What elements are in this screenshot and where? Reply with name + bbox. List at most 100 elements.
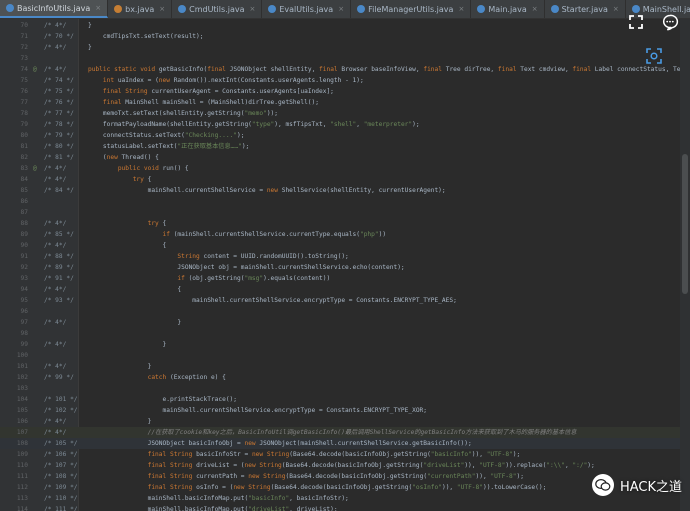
code-line[interactable]: 95 /* 93 */ mainShell.currentShellService…: [0, 295, 680, 306]
code-text[interactable]: final String currentUserAgent = Constant…: [88, 86, 334, 97]
code-area[interactable]: 70 /* 4*/} 71 /* 70 */ cmdTipsTxt.setText(r…: [0, 19, 680, 511]
code-line[interactable]: 85 /* 84 */ mainShell.currentShellService…: [0, 185, 680, 196]
tab-filemanagerutils[interactable]: FileManagerUtils.java ×: [351, 0, 472, 18]
code-line[interactable]: 91 /* 88 */ String content = UUID.randomU…: [0, 251, 680, 262]
vertical-scrollbar[interactable]: [680, 19, 690, 511]
code-line[interactable]: 73: [0, 53, 680, 64]
tab-starter[interactable]: Starter.java ×: [545, 0, 626, 18]
code-line[interactable]: 93 /* 91 */ if (obj.getString("msg").equa…: [0, 273, 680, 284]
code-text[interactable]: {: [88, 284, 181, 295]
code-text[interactable]: String content = UUID.randomUUID().toStr…: [88, 251, 348, 262]
code-text[interactable]: }: [88, 20, 92, 31]
code-text[interactable]: memoTxt.setText(shellEntity.getString("m…: [88, 108, 278, 119]
code-text[interactable]: if (obj.getString("msg").equals(content)…: [88, 273, 330, 284]
code-text[interactable]: catch (Exception e) {: [88, 372, 226, 383]
close-tab-icon[interactable]: ×: [159, 5, 165, 13]
code-line[interactable]: 88 /* 4*/ try {: [0, 218, 680, 229]
code-line[interactable]: 89 /* 85 */ if (mainShell.currentShellSer…: [0, 229, 680, 240]
code-line[interactable]: 72 /* 4*/}: [0, 42, 680, 53]
code-line[interactable]: 103: [0, 383, 680, 394]
code-text[interactable]: //在获取了cookie和key之后，BasicInfoUtil调getBasi…: [88, 427, 577, 438]
code-line[interactable]: 96: [0, 306, 680, 317]
code-line[interactable]: 114 /* 111 */ mainShell.basicInfoMap.put(…: [0, 504, 680, 511]
code-text[interactable]: mainShell.currentShellService = new Shel…: [88, 185, 446, 196]
code-line[interactable]: 109 /* 106 */ final String basicInfoStr =…: [0, 449, 680, 460]
code-text[interactable]: JSONObject obj = mainShell.currentShellS…: [88, 262, 404, 273]
code-line[interactable]: 79 /* 78 */ formatPayloadName(shellEntity…: [0, 119, 680, 130]
code-text[interactable]: mainShell.basicInfoMap.put("basicInfo", …: [88, 493, 349, 504]
code-text[interactable]: final String currentPath = new String(Ba…: [88, 471, 524, 482]
code-text[interactable]: mainShell.currentShellService.encryptTyp…: [88, 295, 457, 306]
code-text[interactable]: formatPayloadName(shellEntity.getString(…: [88, 119, 420, 130]
code-text[interactable]: mainShell.basicInfoMap.put("driveList", …: [88, 504, 338, 511]
code-text[interactable]: public static void getBasicInfo(final JS…: [88, 64, 680, 75]
code-line[interactable]: 90 /* 4*/ {: [0, 240, 680, 251]
close-tab-icon[interactable]: ×: [95, 4, 101, 12]
code-text[interactable]: }: [88, 361, 152, 372]
code-text[interactable]: }: [88, 416, 152, 427]
scan-button[interactable]: [640, 42, 668, 70]
code-line[interactable]: 76 /* 75 */ final String currentUserAgent…: [0, 86, 680, 97]
code-line[interactable]: 101 /* 4*/ }: [0, 361, 680, 372]
code-line[interactable]: 110 /* 107 */ final String driveList = (n…: [0, 460, 680, 471]
code-text[interactable]: }: [88, 317, 181, 328]
code-line[interactable]: 83 @/* 4*/ public void run() {: [0, 163, 680, 174]
code-text[interactable]: {: [88, 240, 167, 251]
code-line[interactable]: 106 /* 4*/ }: [0, 416, 680, 427]
close-tab-icon[interactable]: ×: [532, 5, 538, 13]
code-text[interactable]: int uaIndex = (new Random()).nextInt(Con…: [88, 75, 364, 86]
code-text[interactable]: public void run() {: [88, 163, 189, 174]
code-text[interactable]: JSONObject basicInfoObj = new JSONObject…: [88, 438, 472, 449]
code-line[interactable]: 112 /* 109 */ final String osInfo = (new …: [0, 482, 680, 493]
close-tab-icon[interactable]: ×: [338, 5, 344, 13]
code-line[interactable]: 97 /* 4*/ }: [0, 317, 680, 328]
code-text[interactable]: (new Thread() {: [88, 152, 159, 163]
code-line[interactable]: 108 /* 105 */ JSONObject basicInfoObj = n…: [0, 438, 680, 449]
code-line[interactable]: 84 /* 4*/ try {: [0, 174, 680, 185]
code-line[interactable]: 104 /* 101 */ e.printStackTrace();: [0, 394, 680, 405]
gutter-marker[interactable]: @: [33, 64, 43, 75]
code-text[interactable]: connectStatus.setText("Checking....");: [88, 130, 245, 141]
scrollbar-thumb[interactable]: [682, 154, 688, 294]
code-text[interactable]: final String basicInfoStr = new String(B…: [88, 449, 521, 460]
code-line[interactable]: 111 /* 108 */ final String currentPath = …: [0, 471, 680, 482]
code-line[interactable]: 92 /* 89 */ JSONObject obj = mainShell.cu…: [0, 262, 680, 273]
code-line[interactable]: 94 /* 4*/ {: [0, 284, 680, 295]
code-line[interactable]: 86: [0, 196, 680, 207]
code-text[interactable]: cmdTipsTxt.setText(result);: [88, 31, 204, 42]
code-line[interactable]: 78 /* 77 */ memoTxt.setText(shellEntity.g…: [0, 108, 680, 119]
comment-button[interactable]: [656, 8, 684, 36]
code-text[interactable]: e.printStackTrace();: [88, 394, 238, 405]
code-line[interactable]: 113 /* 110 */ mainShell.basicInfoMap.put(…: [0, 493, 680, 504]
close-tab-icon[interactable]: ×: [249, 5, 255, 13]
tab-bx[interactable]: bx.java ×: [108, 0, 173, 18]
code-line[interactable]: 81 /* 80 */ statusLabel.setText("正在获取基本信息…: [0, 141, 680, 152]
tab-cmdutils[interactable]: CmdUtils.java ×: [172, 0, 263, 18]
code-line[interactable]: 74 @/* 4*/ public static void getBasicInfo…: [0, 64, 680, 75]
code-line[interactable]: 102 /* 99 */ catch (Exception e) {: [0, 372, 680, 383]
tab-basicinfoutils[interactable]: BasicInfoUtils.java ×: [0, 0, 109, 18]
code-line[interactable]: 77 /* 76 */ final MainShell mainShell = (…: [0, 97, 680, 108]
code-text[interactable]: if (mainShell.currentShellService.curren…: [88, 229, 387, 240]
close-tab-icon[interactable]: ×: [458, 5, 464, 13]
gutter-marker[interactable]: @: [33, 163, 43, 174]
code-text[interactable]: final String driveList = (new String(Bas…: [88, 460, 595, 471]
close-tab-icon[interactable]: ×: [613, 5, 619, 13]
code-text[interactable]: try {: [88, 218, 167, 229]
code-line[interactable]: 71 /* 70 */ cmdTipsTxt.setText(result);: [0, 31, 680, 42]
fullscreen-button[interactable]: [622, 8, 650, 36]
code-line[interactable]: 100: [0, 350, 680, 361]
code-line[interactable]: 98: [0, 328, 680, 339]
tab-evalutils[interactable]: EvalUtils.java ×: [262, 0, 352, 18]
code-text[interactable]: }: [88, 42, 92, 53]
code-line[interactable]: 105 /* 102 */ mainShell.currentShellServi…: [0, 405, 680, 416]
code-line[interactable]: 70 /* 4*/}: [0, 20, 680, 31]
tab-main[interactable]: Main.java ×: [471, 0, 545, 18]
code-text[interactable]: statusLabel.setText("正在获取基本信息……");: [88, 141, 249, 152]
code-line[interactable]: 75 /* 74 */ int uaIndex = (new Random()).…: [0, 75, 680, 86]
code-text[interactable]: final MainShell mainShell = (MainShell)d…: [88, 97, 319, 108]
code-text[interactable]: mainShell.currentShellService.encryptTyp…: [88, 405, 428, 416]
code-line[interactable]: 87: [0, 207, 680, 218]
code-text[interactable]: try {: [88, 174, 152, 185]
code-editor[interactable]: 70 /* 4*/} 71 /* 70 */ cmdTipsTxt.setText(r…: [0, 19, 690, 511]
